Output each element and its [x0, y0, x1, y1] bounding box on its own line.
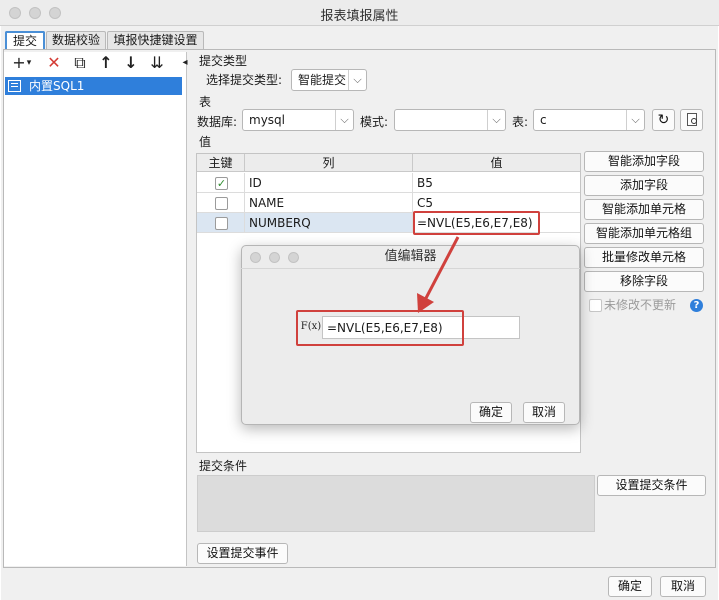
annotation-arrow: [417, 236, 460, 313]
